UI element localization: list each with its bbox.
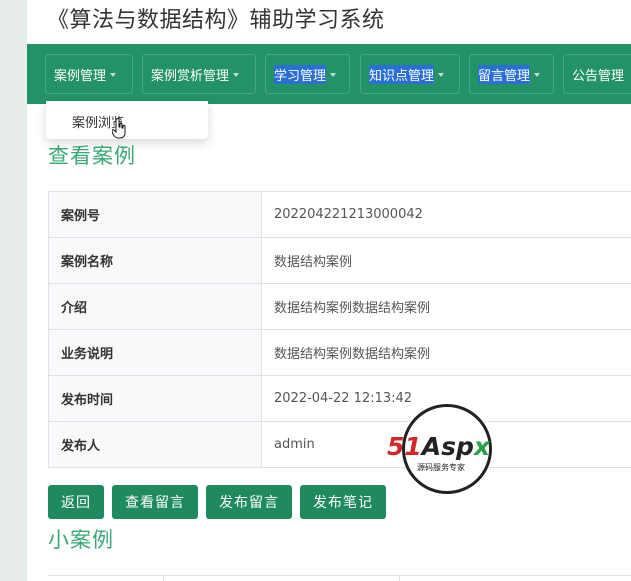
field-label: 介绍	[48, 283, 262, 330]
field-label: 业务说明	[48, 329, 262, 376]
page: 《算法与数据结构》辅助学习系统 案例管理 案例赏析管理 学习管理 知识点管理 留…	[27, 0, 631, 581]
detail-section-title: 查看案例	[48, 144, 136, 168]
table-divider	[399, 576, 400, 581]
hand-cursor-icon	[112, 118, 126, 139]
table-row: 发布人 admin	[48, 421, 631, 468]
nav-label: 学习管理	[274, 64, 327, 84]
watermark-logo-text: 51Aspx	[387, 432, 491, 461]
field-value: 数据结构案例数据结构案例	[261, 283, 631, 330]
caret-down-icon	[233, 72, 240, 77]
nav-announcement-management[interactable]: 公告管理	[563, 54, 631, 94]
nav-case-management[interactable]: 案例管理	[45, 54, 133, 94]
caret-down-icon	[438, 72, 445, 77]
field-label: 案例号	[48, 191, 262, 238]
nav-label: 知识点管理	[369, 64, 435, 84]
table-divider	[163, 576, 164, 581]
left-margin	[0, 0, 27, 581]
nav-label: 留言管理	[478, 64, 531, 84]
nav-dropdown-menu: 案例浏览	[46, 101, 208, 139]
nav-case-appreciation[interactable]: 案例赏析管理	[142, 54, 256, 94]
field-label: 发布时间	[48, 375, 262, 422]
case-detail-table: 案例号 202204221213000042 案例名称 数据结构案例 介绍 数据…	[48, 191, 631, 468]
sub-case-table	[48, 575, 631, 581]
main-navbar: 案例管理 案例赏析管理 学习管理 知识点管理 留言管理 公告管理	[27, 44, 631, 104]
caret-down-icon	[534, 72, 541, 77]
table-row: 发布时间 2022-04-22 12:13:42	[48, 375, 631, 422]
nav-label: 案例管理	[54, 68, 107, 84]
site-title: 《算法与数据结构》辅助学习系统	[47, 8, 385, 33]
watermark-logo: 51Aspx 源码服务专家	[387, 404, 512, 494]
field-label: 案例名称	[48, 237, 262, 284]
caret-down-icon	[330, 72, 337, 77]
sub-section-title: 小案例	[48, 528, 114, 552]
nav-knowledge-management[interactable]: 知识点管理	[360, 54, 460, 94]
post-note-button[interactable]: 发布笔记	[300, 485, 386, 519]
nav-label: 案例赏析管理	[151, 68, 230, 84]
post-message-button[interactable]: 发布留言	[206, 485, 292, 519]
table-row: 案例号 202204221213000042	[48, 191, 631, 238]
field-label: 发布人	[48, 421, 262, 468]
field-value: 数据结构案例	[261, 237, 631, 284]
field-value: 数据结构案例数据结构案例	[261, 329, 631, 376]
view-messages-button[interactable]: 查看留言	[112, 485, 198, 519]
table-row: 案例名称 数据结构案例	[48, 237, 631, 284]
caret-down-icon	[110, 72, 117, 77]
nav-message-management[interactable]: 留言管理	[469, 54, 554, 94]
nav-study-management[interactable]: 学习管理	[265, 54, 350, 94]
back-button[interactable]: 返回	[48, 485, 104, 519]
table-row: 介绍 数据结构案例数据结构案例	[48, 283, 631, 330]
watermark-subtitle: 源码服务专家	[417, 463, 465, 472]
nav-label: 公告管理	[572, 68, 625, 84]
field-value: 202204221213000042	[261, 191, 631, 238]
table-row: 业务说明 数据结构案例数据结构案例	[48, 329, 631, 376]
